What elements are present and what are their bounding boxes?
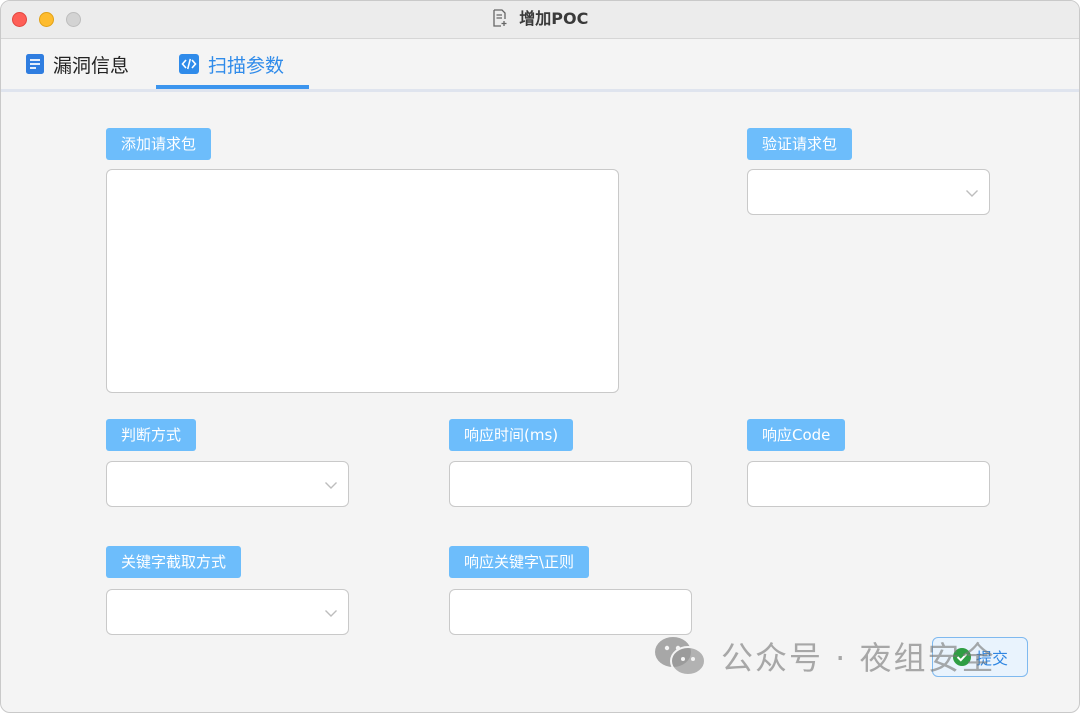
response-code-label: 响应Code — [747, 419, 846, 451]
response-time-input[interactable] — [449, 461, 692, 507]
keyword-method-label: 关键字截取方式 — [106, 546, 242, 578]
submit-icon — [952, 647, 972, 667]
active-tab-indicator — [156, 85, 309, 89]
response-code-input[interactable] — [747, 461, 990, 507]
wechat-icon — [653, 634, 707, 678]
code-icon — [178, 53, 200, 75]
tab-vulnerability-info[interactable]: 漏洞信息 — [25, 39, 129, 89]
response-keyword-input[interactable] — [449, 589, 692, 635]
response-time-label: 响应时间(ms) — [449, 419, 574, 451]
app-window: 增加POC 漏洞信息 扫描参数 添加请求包 验证请求包 判断方式 响应时间(ms… — [0, 0, 1080, 713]
window-title-text: 增加POC — [519, 9, 589, 28]
window-title: 增加POC — [1, 9, 1079, 29]
response-keyword-label: 响应关键字\正则 — [449, 546, 590, 578]
judge-method-label: 判断方式 — [106, 419, 197, 451]
new-document-icon — [492, 9, 520, 28]
document-icon — [25, 53, 45, 75]
verify-request-select[interactable] — [747, 169, 990, 215]
add-request-label: 添加请求包 — [106, 128, 212, 160]
tab-scan-params-label: 扫描参数 — [208, 54, 285, 77]
tab-scan-params[interactable]: 扫描参数 — [178, 39, 284, 89]
chevron-down-icon — [324, 605, 338, 624]
verify-request-label: 验证请求包 — [747, 128, 853, 160]
submit-button[interactable]: 提交 — [932, 637, 1028, 677]
add-request-textarea[interactable] — [106, 169, 619, 393]
chevron-down-icon — [965, 185, 979, 204]
keyword-method-select[interactable] — [106, 589, 349, 635]
chevron-down-icon — [324, 477, 338, 496]
tab-vulnerability-info-label: 漏洞信息 — [53, 54, 130, 77]
judge-method-select[interactable] — [106, 461, 349, 507]
submit-label: 提交 — [975, 649, 1008, 668]
title-bar[interactable]: 增加POC — [1, 1, 1079, 39]
